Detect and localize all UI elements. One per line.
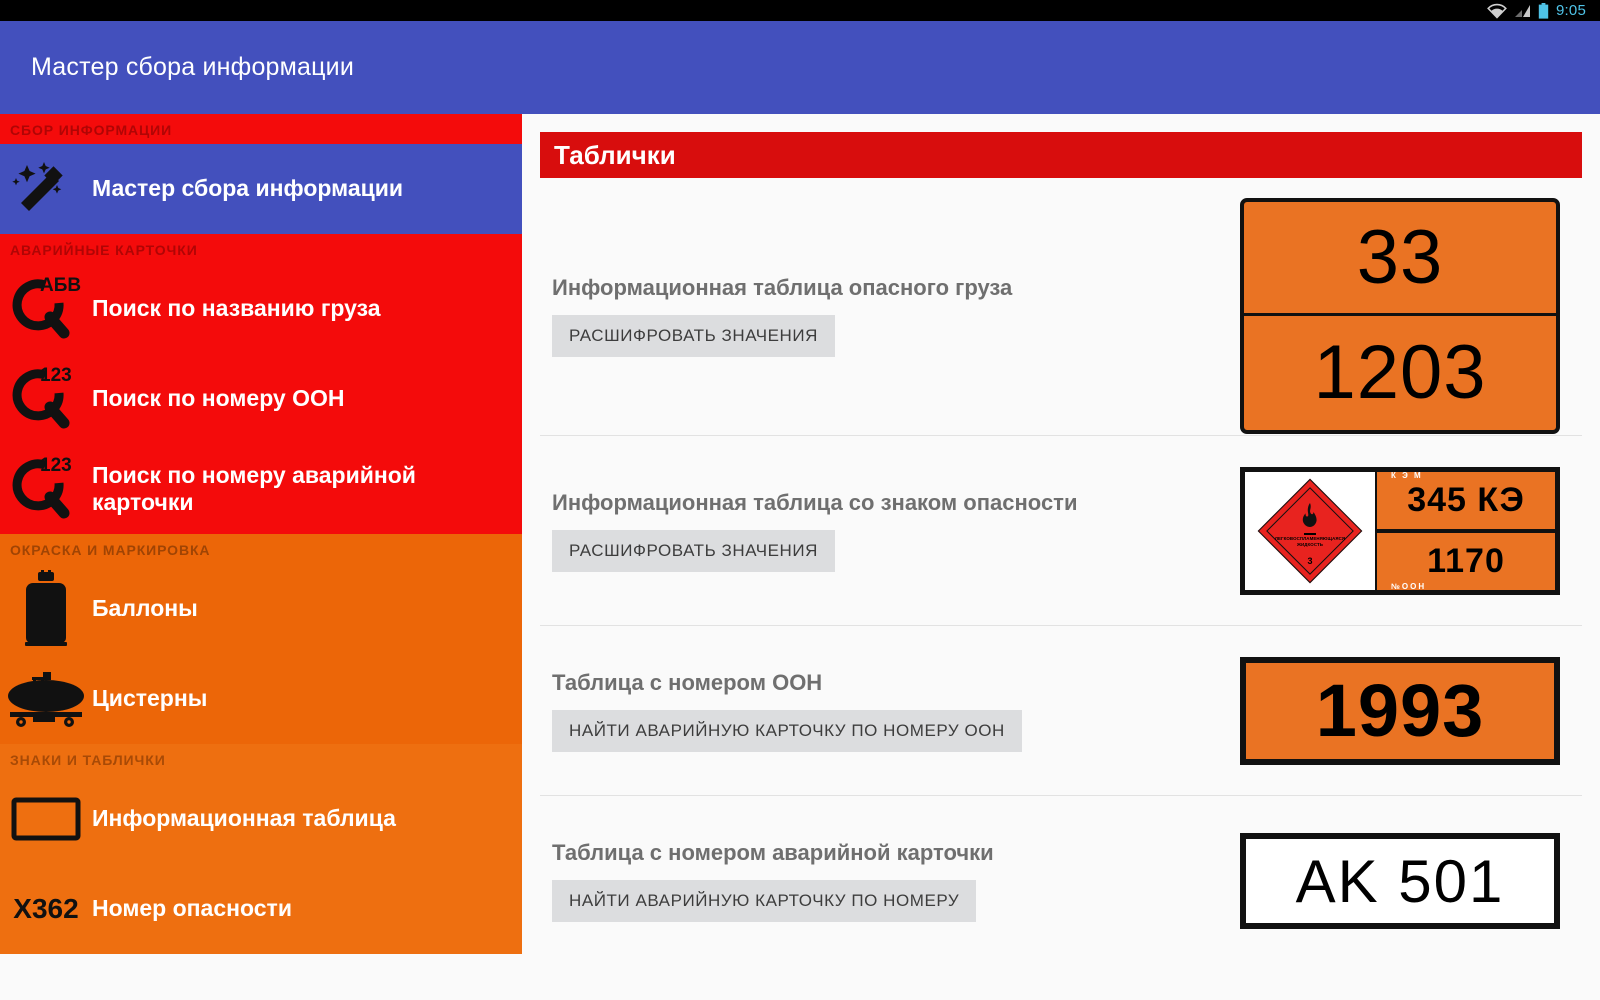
row-title: Информационная таблица со знаком опаснос…: [552, 489, 1078, 515]
decode-values-button[interactable]: РАСШИФРОВАТЬ ЗНАЧЕНИЯ: [552, 529, 835, 572]
find-card-by-un-button[interactable]: НАЙТИ АВАРИЙНУЮ КАРТОЧКУ ПО НОМЕРУ ООН: [552, 709, 1022, 752]
row-text-block: Таблица с номером ООН НАЙТИ АВАРИЙНУЮ КА…: [540, 670, 1230, 752]
magic-wand-icon: [0, 151, 92, 227]
sidebar-item-search-by-card-number[interactable]: 123 Поиск по номеру аварийной карточки: [0, 444, 522, 534]
sidebar-section-info-collection: СБОР ИНФОРМАЦИИ Мастер сбора информации: [0, 114, 522, 234]
sidebar-item-label: Информационная таблица: [92, 805, 396, 832]
battery-icon: [1538, 2, 1549, 19]
sidebar-item-label: Баллоны: [92, 595, 198, 622]
plate-numbers: 345 КЭ 1170: [1377, 471, 1555, 590]
sidebar-section-signs-plates: ЗНАКИ И ТАБЛИЧКИ Информационная таблица …: [0, 744, 522, 954]
hazard-number: 33: [1244, 202, 1556, 316]
rectangle-plate-icon: [0, 781, 92, 857]
row-plate-block: К Э М №ООН ЛЕГКОВОСПЛАМЕНЯЮЩАЯСЯ ЖИДКОСТ…: [1230, 466, 1582, 595]
row-plate-block: 1993: [1230, 656, 1582, 765]
main-content: Таблички Информационная таблица опасного…: [522, 114, 1600, 1000]
sidebar-item-tanks[interactable]: Цистерны: [0, 654, 522, 744]
sidebar-section-painting-marking: ОКРАСКА И МАРКИРОВКА Баллоны Цистерны: [0, 534, 522, 744]
action-bar: Мастер сбора информации: [0, 21, 1600, 114]
un-number: 1203: [1313, 330, 1487, 415]
sidebar-section-header: ОКРАСКА И МАРКИРОВКА: [10, 542, 211, 558]
svg-text:АБВ: АБВ: [40, 275, 81, 296]
row-text-block: Информационная таблица со знаком опаснос…: [540, 490, 1230, 572]
hazard-placard: ЛЕГКОВОСПЛАМЕНЯЮЩАЯСЯ ЖИДКОСТЬ 3: [1245, 471, 1375, 590]
sidebar-item-hazard-number[interactable]: X362 Номер опасности: [0, 864, 522, 954]
sidebar-item-info-plate[interactable]: Информационная таблица: [0, 774, 522, 864]
app-screen: 9:05 Мастер сбора информации СБОР ИНФОРМ…: [0, 0, 1600, 1000]
sidebar[interactable]: СБОР ИНФОРМАЦИИ Мастер сбора информации …: [0, 114, 522, 1000]
status-bar: 9:05: [0, 0, 1600, 21]
row-text-block: Информационная таблица опасного груза РА…: [540, 275, 1230, 357]
sidebar-section-header: АВАРИЙНЫЕ КАРТОЧКИ: [10, 242, 198, 258]
placard-diamond: ЛЕГКОВОСПЛАМЕНЯЮЩАЯСЯ ЖИДКОСТЬ 3: [1257, 478, 1363, 583]
app-title: Мастер сбора информации: [31, 53, 354, 81]
sidebar-item-label: Мастер сбора информации: [92, 175, 404, 202]
adr-plate-two-row: 33 1203: [1240, 197, 1560, 434]
table-row: Информационная таблица опасного груза РА…: [540, 196, 1582, 436]
sidebar-section-header: СБОР ИНФОРМАЦИИ: [10, 122, 173, 138]
sidebar-item-label: Поиск по номеру ООН: [92, 385, 345, 412]
gas-cylinder-icon: [0, 570, 92, 647]
row-plate-block: 33 1203: [1230, 197, 1582, 434]
content-banner: Таблички: [540, 132, 1582, 178]
search-123-icon: 123: [0, 451, 92, 527]
hazard-code-text: X362: [13, 893, 79, 925]
row-title: Информационная таблица опасного груза: [552, 274, 1013, 300]
plate-tag-un: №ООН: [1391, 581, 1427, 591]
row-plate-block: AK 501: [1230, 833, 1582, 929]
wifi-icon: [1486, 3, 1508, 19]
card-number: AK 501: [1295, 847, 1505, 915]
diamond-inner-border: [1266, 486, 1354, 575]
hazard-code-icon: X362: [0, 871, 92, 947]
sidebar-item-wizard[interactable]: Мастер сбора информации: [0, 144, 522, 234]
svg-text:123: 123: [40, 455, 72, 476]
un-number: 1993: [1315, 669, 1485, 752]
sidebar-item-label: Цистерны: [92, 685, 208, 712]
table-row: Информационная таблица со знаком опаснос…: [540, 436, 1582, 626]
sidebar-item-label: Номер опасности: [92, 895, 292, 922]
row-text-block: Таблица с номером аварийной карточки НАЙ…: [540, 840, 1230, 922]
row-title: Таблица с номером ООН: [552, 669, 823, 695]
search-abv-icon: АБВ: [0, 271, 92, 347]
sidebar-section-header: ЗНАКИ И ТАБЛИЧКИ: [10, 752, 166, 768]
tank-wagon-icon: [0, 661, 92, 737]
table-row: Таблица с номером ООН НАЙТИ АВАРИЙНУЮ КА…: [540, 626, 1582, 796]
emergency-card-plate: AK 501: [1240, 833, 1560, 929]
sidebar-item-label: Поиск по названию груза: [92, 295, 381, 322]
plate-tag-kem: К Э М: [1391, 470, 1423, 480]
table-row: Таблица с номером аварийной карточки НАЙ…: [540, 796, 1582, 966]
sidebar-item-cylinders[interactable]: Баллоны: [0, 564, 522, 654]
sidebar-item-label: Поиск по номеру аварийной карточки: [92, 461, 416, 515]
adr-plate-with-placard: К Э М №ООН ЛЕГКОВОСПЛАМЕНЯЮЩАЯСЯ ЖИДКОСТ…: [1240, 466, 1560, 595]
un-number-plate: 1993: [1240, 656, 1560, 765]
sidebar-item-search-by-name[interactable]: АБВ Поиск по названию груза: [0, 264, 522, 354]
decode-values-button[interactable]: РАСШИФРОВАТЬ ЗНАЧЕНИЯ: [552, 314, 835, 357]
sidebar-item-search-by-un[interactable]: 123 Поиск по номеру ООН: [0, 354, 522, 444]
hazard-number: 345 КЭ: [1377, 471, 1555, 529]
page-title: Таблички: [554, 139, 676, 170]
signal-icon: [1515, 4, 1531, 18]
sidebar-section-emergency-cards: АВАРИЙНЫЕ КАРТОЧКИ АБВ Поиск по названию…: [0, 234, 522, 534]
find-card-by-number-button[interactable]: НАЙТИ АВАРИЙНУЮ КАРТОЧКУ ПО НОМЕРУ: [552, 880, 977, 922]
search-123-icon: 123: [0, 361, 92, 437]
row-title: Таблица с номером аварийной карточки: [552, 840, 994, 865]
status-time: 9:05: [1556, 2, 1586, 19]
svg-text:123: 123: [40, 365, 72, 386]
